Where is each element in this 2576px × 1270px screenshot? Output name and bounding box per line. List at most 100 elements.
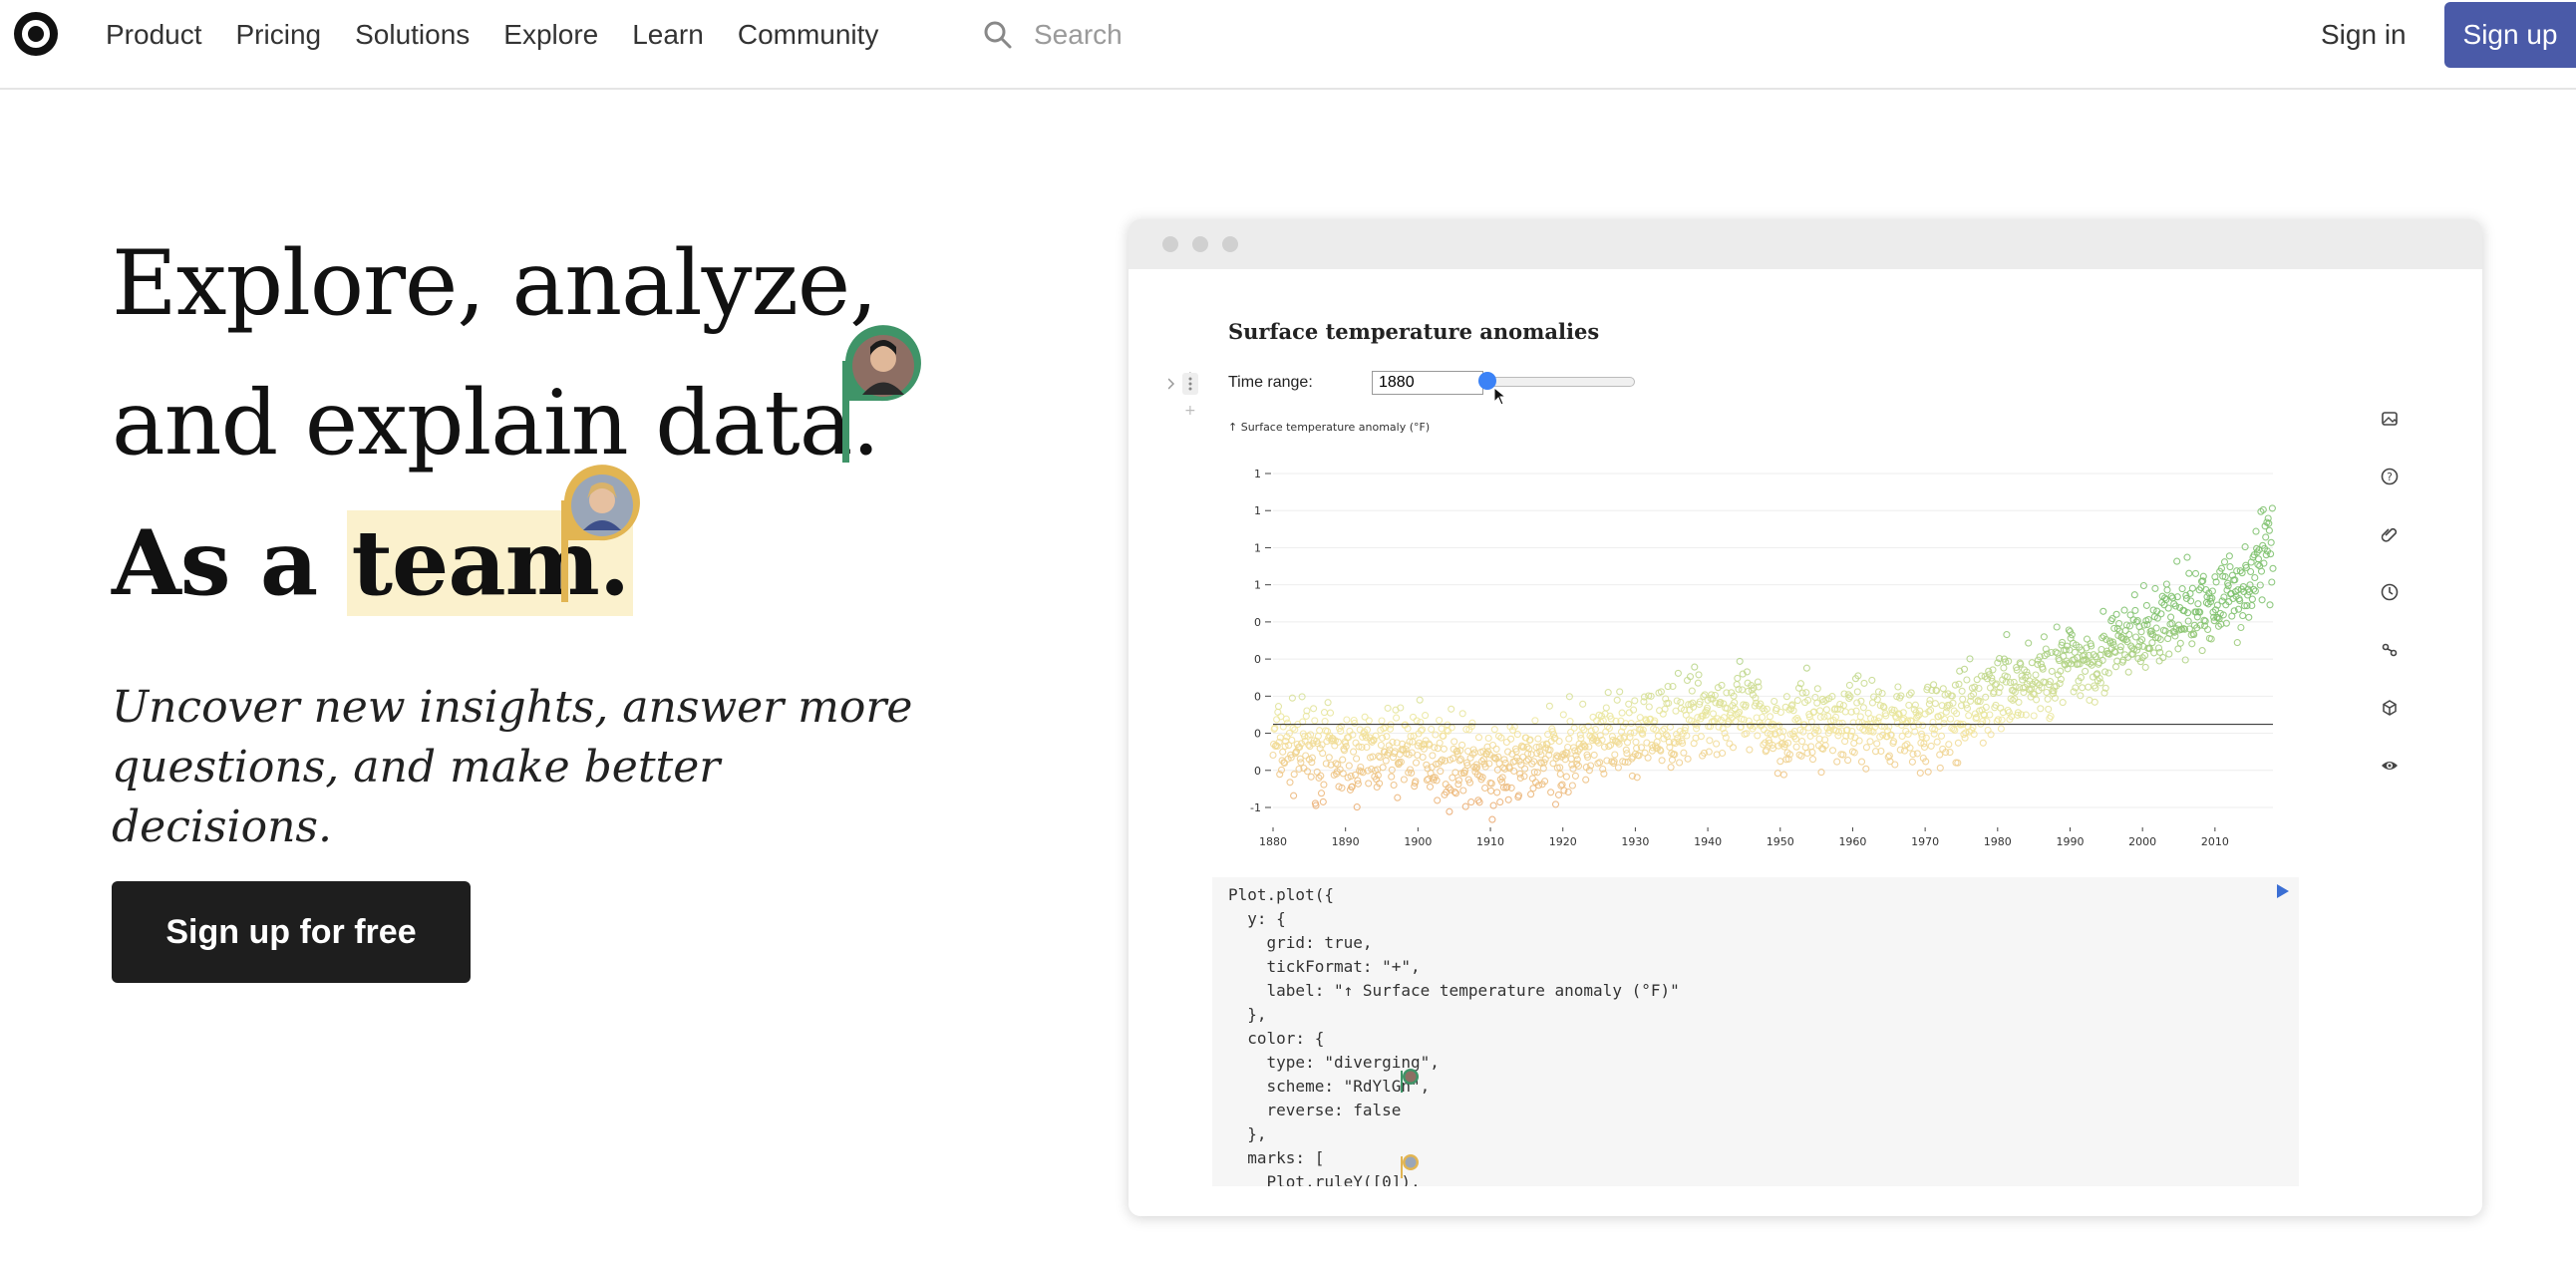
data-point (1644, 754, 1652, 762)
data-point (1319, 797, 1327, 805)
nav-link-learn[interactable]: Learn (632, 19, 704, 51)
x-tick-label: 1880 (1259, 835, 1287, 848)
time-range-input[interactable] (1372, 371, 1483, 395)
data-point (1866, 738, 1874, 746)
data-point (1674, 669, 1682, 677)
data-point (1908, 758, 1916, 766)
data-point (1874, 688, 1883, 696)
x-tick-label: 1990 (2056, 835, 2084, 848)
data-point (2124, 668, 2132, 676)
data-point (1933, 738, 1941, 746)
signin-link[interactable]: Sign in (2321, 10, 2407, 60)
data-point (1577, 735, 1585, 743)
data-point (1613, 696, 1621, 704)
data-point (1388, 773, 1396, 781)
x-tick-label: 1890 (1332, 835, 1360, 848)
data-point (2239, 612, 2247, 620)
run-cell-icon[interactable] (2275, 882, 2291, 900)
data-point (2162, 580, 2170, 588)
data-point (2225, 552, 2233, 560)
data-point (1531, 717, 1539, 725)
signup-button[interactable]: Sign up (2444, 2, 2576, 68)
code-editor[interactable]: Plot.plot({ y: { grid: true, tickFormat:… (1212, 877, 2299, 1186)
notebook-cell-title: Surface temperature anomalies (1228, 319, 1600, 344)
data-point (1507, 735, 1515, 743)
data-point (1905, 701, 1913, 709)
data-point (1618, 709, 1626, 717)
data-point (1279, 748, 1287, 756)
data-point (2226, 563, 2234, 571)
data-point (1440, 745, 1448, 753)
data-point (1776, 758, 1784, 766)
hero-line-3-prefix: As a (112, 510, 348, 616)
data-point (2059, 699, 2067, 707)
code-line: color: { (1228, 1029, 1325, 1048)
x-tick-label: 1920 (1549, 835, 1577, 848)
nav-link-solutions[interactable]: Solutions (355, 19, 470, 51)
observable-logo-icon[interactable] (12, 10, 60, 58)
data-point (2173, 557, 2181, 565)
data-point (1602, 704, 1610, 712)
data-point (1894, 683, 1902, 691)
data-point (2165, 650, 2173, 658)
data-point (2233, 639, 2241, 647)
code-line: }, (1228, 1005, 1267, 1024)
collaborator-cursor-gold-icon (1401, 1154, 1419, 1178)
data-point (1562, 773, 1570, 781)
nav-link-community[interactable]: Community (738, 19, 879, 51)
notebook-preview-window: Surface temperature anomalies + + Time r… (1128, 219, 2482, 1216)
data-point (1311, 717, 1319, 725)
data-point (1565, 735, 1573, 743)
data-point (1590, 751, 1598, 759)
data-point (1625, 709, 1633, 717)
data-point (2048, 667, 2056, 675)
nav-link-explore[interactable]: Explore (503, 19, 598, 51)
data-point (2150, 649, 2158, 657)
data-point (1828, 747, 1837, 755)
data-point (1694, 679, 1702, 687)
data-point (1273, 716, 1281, 724)
data-point (1946, 749, 1954, 757)
data-point (2151, 584, 2159, 592)
data-point (1963, 704, 1972, 713)
data-point (1570, 724, 1578, 732)
data-point (2045, 705, 2053, 713)
y-tick-label: 0 (1254, 616, 1261, 629)
data-point (1802, 664, 1810, 672)
search-bar[interactable] (982, 12, 1381, 58)
data-point (2112, 610, 2120, 618)
data-point (2082, 667, 2090, 675)
data-point (1310, 705, 1318, 713)
data-point (1298, 693, 1306, 701)
data-point (1922, 734, 1930, 742)
data-point (2000, 664, 2008, 672)
data-point (1596, 759, 1604, 767)
x-tick-label: 1970 (1911, 835, 1939, 848)
data-point (2120, 606, 2128, 614)
collaborator-avatar-pin-gold (561, 465, 640, 602)
time-range-slider[interactable] (1478, 372, 1635, 390)
data-point (1492, 745, 1500, 753)
data-point (1667, 764, 1675, 772)
data-point (1954, 739, 1962, 747)
search-input[interactable] (1032, 18, 1355, 52)
data-point (2077, 692, 2085, 700)
code-line: Plot.plot({ (1228, 885, 1334, 904)
add-cell-below-icon[interactable]: + (1184, 403, 1196, 419)
y-tick-label: 0 (1254, 690, 1261, 703)
hero-line-1: Explore, analyze, (112, 231, 878, 336)
expand-chevron-icon[interactable] (1168, 378, 1175, 390)
data-point (1798, 738, 1806, 746)
data-point (1850, 749, 1858, 757)
data-point (1816, 707, 1824, 715)
nav-link-product[interactable]: Product (106, 19, 202, 51)
data-point (1589, 713, 1597, 721)
nav-link-pricing[interactable]: Pricing (236, 19, 322, 51)
signup-free-button[interactable]: Sign up for free (112, 881, 471, 983)
data-point (1919, 722, 1927, 730)
data-point (2257, 567, 2266, 575)
data-point (2178, 585, 2186, 593)
data-point (2258, 596, 2266, 604)
data-point (1459, 787, 1467, 794)
data-point (1521, 765, 1529, 773)
